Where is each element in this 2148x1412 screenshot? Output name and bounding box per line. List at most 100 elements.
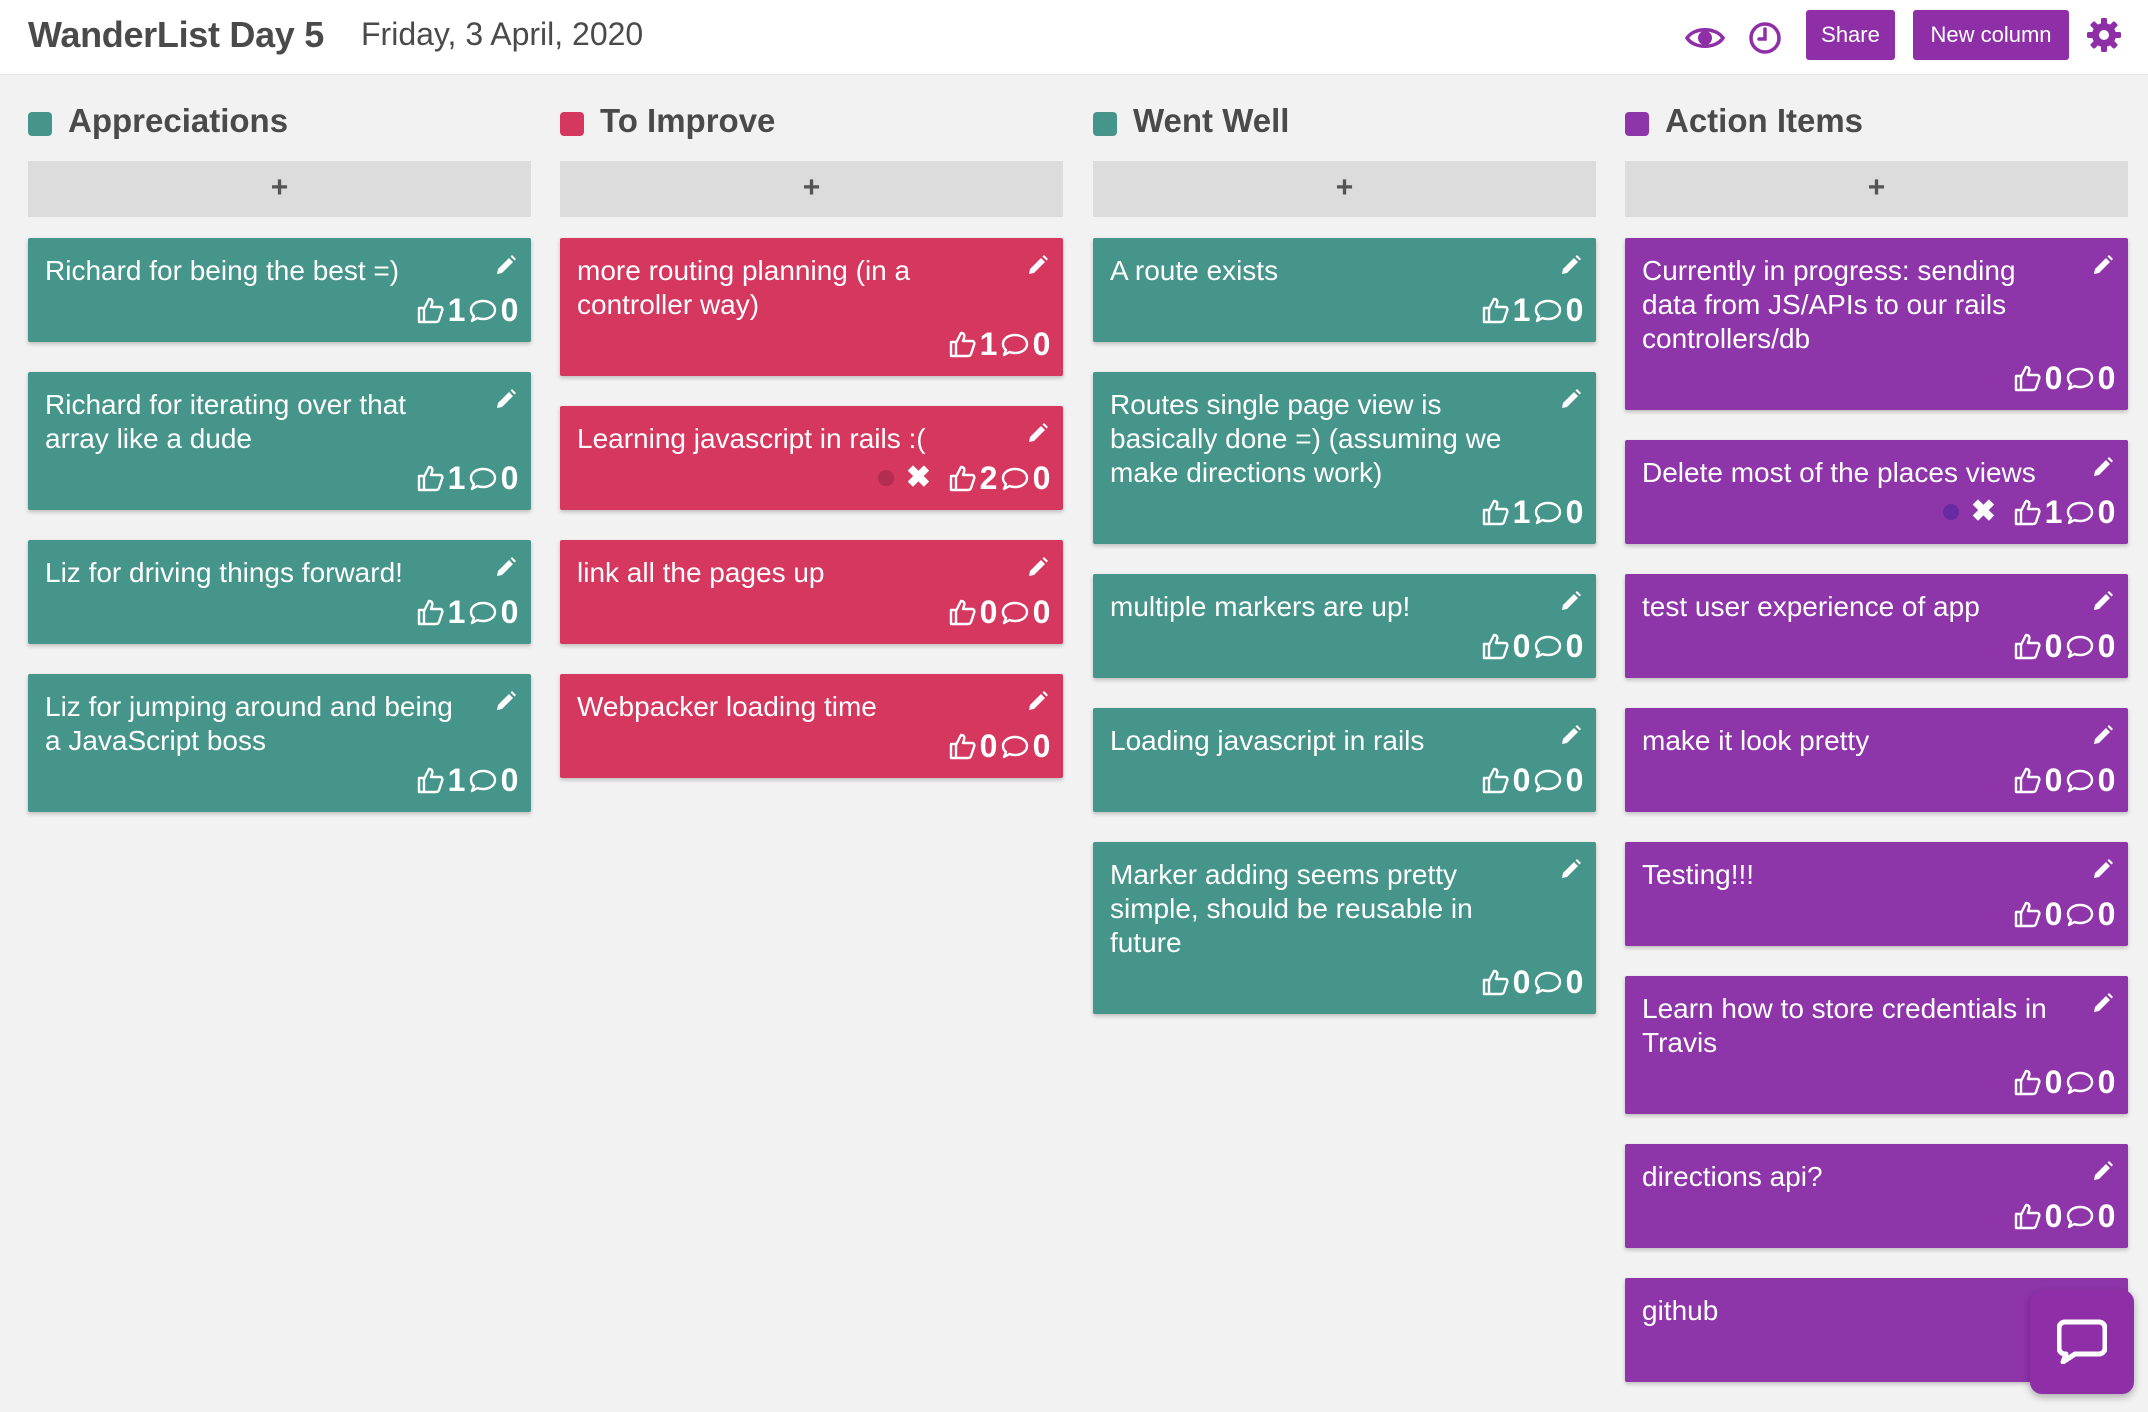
retro-card[interactable]: Loading javascript in rails 0 0: [1093, 708, 1596, 812]
comment-icon[interactable]: [1000, 597, 1030, 627]
comment-count: 0: [1565, 494, 1584, 530]
edit-pencil-icon[interactable]: [2092, 254, 2114, 276]
clock-icon[interactable]: [1745, 18, 1785, 58]
thumbs-up-icon[interactable]: [2012, 1201, 2042, 1231]
edit-pencil-icon[interactable]: [2092, 456, 2114, 478]
thumbs-up-icon[interactable]: [1480, 765, 1510, 795]
thumbs-up-icon[interactable]: [1480, 967, 1510, 997]
card-text: Learn how to store credentials in Travis: [1642, 993, 2047, 1058]
retro-card[interactable]: directions api? 0 0: [1625, 1144, 2128, 1248]
edit-pencil-icon[interactable]: [495, 254, 517, 276]
comment-icon[interactable]: [2065, 363, 2095, 393]
comment-icon[interactable]: [2065, 497, 2095, 527]
add-card-button[interactable]: +: [28, 161, 531, 217]
add-card-button[interactable]: +: [1625, 161, 2128, 217]
retro-card[interactable]: Currently in progress: sending data from…: [1625, 238, 2128, 410]
thumbs-up-icon[interactable]: [2012, 899, 2042, 929]
edit-pencil-icon[interactable]: [495, 690, 517, 712]
comment-icon[interactable]: [1533, 631, 1563, 661]
comment-icon[interactable]: [468, 463, 498, 493]
thumbs-up-icon[interactable]: [1480, 631, 1510, 661]
retro-card[interactable]: Delete most of the places views ✖ 1 0: [1625, 440, 2128, 544]
comment-icon[interactable]: [1000, 731, 1030, 761]
comment-icon[interactable]: [2065, 899, 2095, 929]
comment-icon[interactable]: [1533, 967, 1563, 997]
comment-icon[interactable]: [1000, 463, 1030, 493]
comment-icon[interactable]: [1000, 329, 1030, 359]
edit-pencil-icon[interactable]: [2092, 1160, 2114, 1182]
thumbs-up-icon[interactable]: [947, 329, 977, 359]
retro-card[interactable]: test user experience of app 0 0: [1625, 574, 2128, 678]
card-text: multiple markers are up!: [1110, 591, 1411, 622]
edit-pencil-icon[interactable]: [1027, 690, 1049, 712]
eye-icon[interactable]: [1685, 18, 1725, 58]
share-button[interactable]: Share: [1806, 10, 1895, 60]
retro-card[interactable]: more routing planning (in a controller w…: [560, 238, 1063, 376]
thumbs-up-icon[interactable]: [2012, 497, 2042, 527]
retro-card[interactable]: Webpacker loading time 0 0: [560, 674, 1063, 778]
thumbs-up-icon[interactable]: [2012, 765, 2042, 795]
comment-icon[interactable]: [1533, 765, 1563, 795]
comment-icon[interactable]: [1533, 497, 1563, 527]
comment-icon[interactable]: [2065, 631, 2095, 661]
edit-pencil-icon[interactable]: [2092, 724, 2114, 746]
comment-icon[interactable]: [468, 597, 498, 627]
edit-pencil-icon[interactable]: [2092, 858, 2114, 880]
comment-icon[interactable]: [468, 765, 498, 795]
column-header: To Improve: [560, 100, 1063, 148]
thumbs-up-icon[interactable]: [415, 597, 445, 627]
comment-icon[interactable]: [2065, 1067, 2095, 1097]
add-card-button[interactable]: +: [1093, 161, 1596, 217]
edit-pencil-icon[interactable]: [495, 388, 517, 410]
retro-card[interactable]: Learning javascript in rails :(✖ 2 0: [560, 406, 1063, 510]
thumbs-up-icon[interactable]: [2012, 363, 2042, 393]
retro-card[interactable]: link all the pages up 0 0: [560, 540, 1063, 644]
thumbs-up-icon[interactable]: [2012, 631, 2042, 661]
edit-pencil-icon[interactable]: [1560, 388, 1582, 410]
vote-count: 0: [2044, 1064, 2063, 1100]
edit-pencil-icon[interactable]: [1560, 254, 1582, 276]
edit-pencil-icon[interactable]: [1560, 590, 1582, 612]
comment-icon[interactable]: [468, 295, 498, 325]
comment-icon[interactable]: [2065, 765, 2095, 795]
retro-card[interactable]: Marker adding seems pretty simple, shoul…: [1093, 842, 1596, 1014]
thumbs-up-icon[interactable]: [1480, 295, 1510, 325]
remove-vote-icon[interactable]: ✖: [906, 460, 931, 496]
thumbs-up-icon[interactable]: [947, 731, 977, 761]
column-color-swatch: [560, 112, 584, 136]
retro-card[interactable]: Richard for iterating over that array li…: [28, 372, 531, 510]
thumbs-up-icon[interactable]: [1480, 497, 1510, 527]
thumbs-up-icon[interactable]: [415, 295, 445, 325]
retro-card[interactable]: Learn how to store credentials in Travis…: [1625, 976, 2128, 1114]
retro-card[interactable]: make it look pretty 0 0: [1625, 708, 2128, 812]
edit-pencil-icon[interactable]: [1027, 556, 1049, 578]
edit-pencil-icon[interactable]: [2092, 590, 2114, 612]
remove-vote-icon[interactable]: ✖: [1971, 494, 1996, 530]
thumbs-up-icon[interactable]: [947, 463, 977, 493]
thumbs-up-icon[interactable]: [947, 597, 977, 627]
gear-icon[interactable]: [2084, 15, 2124, 55]
retro-card[interactable]: Routes single page view is basically don…: [1093, 372, 1596, 544]
thumbs-up-icon[interactable]: [2012, 1067, 2042, 1097]
retro-card[interactable]: Liz for jumping around and being a JavaS…: [28, 674, 531, 812]
edit-pencil-icon[interactable]: [495, 556, 517, 578]
chat-widget-button[interactable]: [2030, 1290, 2134, 1394]
add-card-button[interactable]: +: [560, 161, 1063, 217]
edit-pencil-icon[interactable]: [2092, 992, 2114, 1014]
card-text: directions api?: [1642, 1161, 1823, 1192]
retro-card[interactable]: Richard for being the best =) 1 0: [28, 238, 531, 342]
comment-icon[interactable]: [1533, 295, 1563, 325]
edit-pencil-icon[interactable]: [1027, 254, 1049, 276]
comment-count: 0: [1032, 326, 1051, 362]
thumbs-up-icon[interactable]: [415, 765, 445, 795]
new-column-button[interactable]: New column: [1913, 10, 2069, 60]
retro-card[interactable]: Testing!!! 0 0: [1625, 842, 2128, 946]
retro-card[interactable]: Liz for driving things forward! 1 0: [28, 540, 531, 644]
retro-card[interactable]: multiple markers are up! 0 0: [1093, 574, 1596, 678]
thumbs-up-icon[interactable]: [415, 463, 445, 493]
retro-card[interactable]: A route exists 1 0: [1093, 238, 1596, 342]
comment-icon[interactable]: [2065, 1201, 2095, 1231]
edit-pencil-icon[interactable]: [1027, 422, 1049, 444]
edit-pencil-icon[interactable]: [1560, 858, 1582, 880]
edit-pencil-icon[interactable]: [1560, 724, 1582, 746]
